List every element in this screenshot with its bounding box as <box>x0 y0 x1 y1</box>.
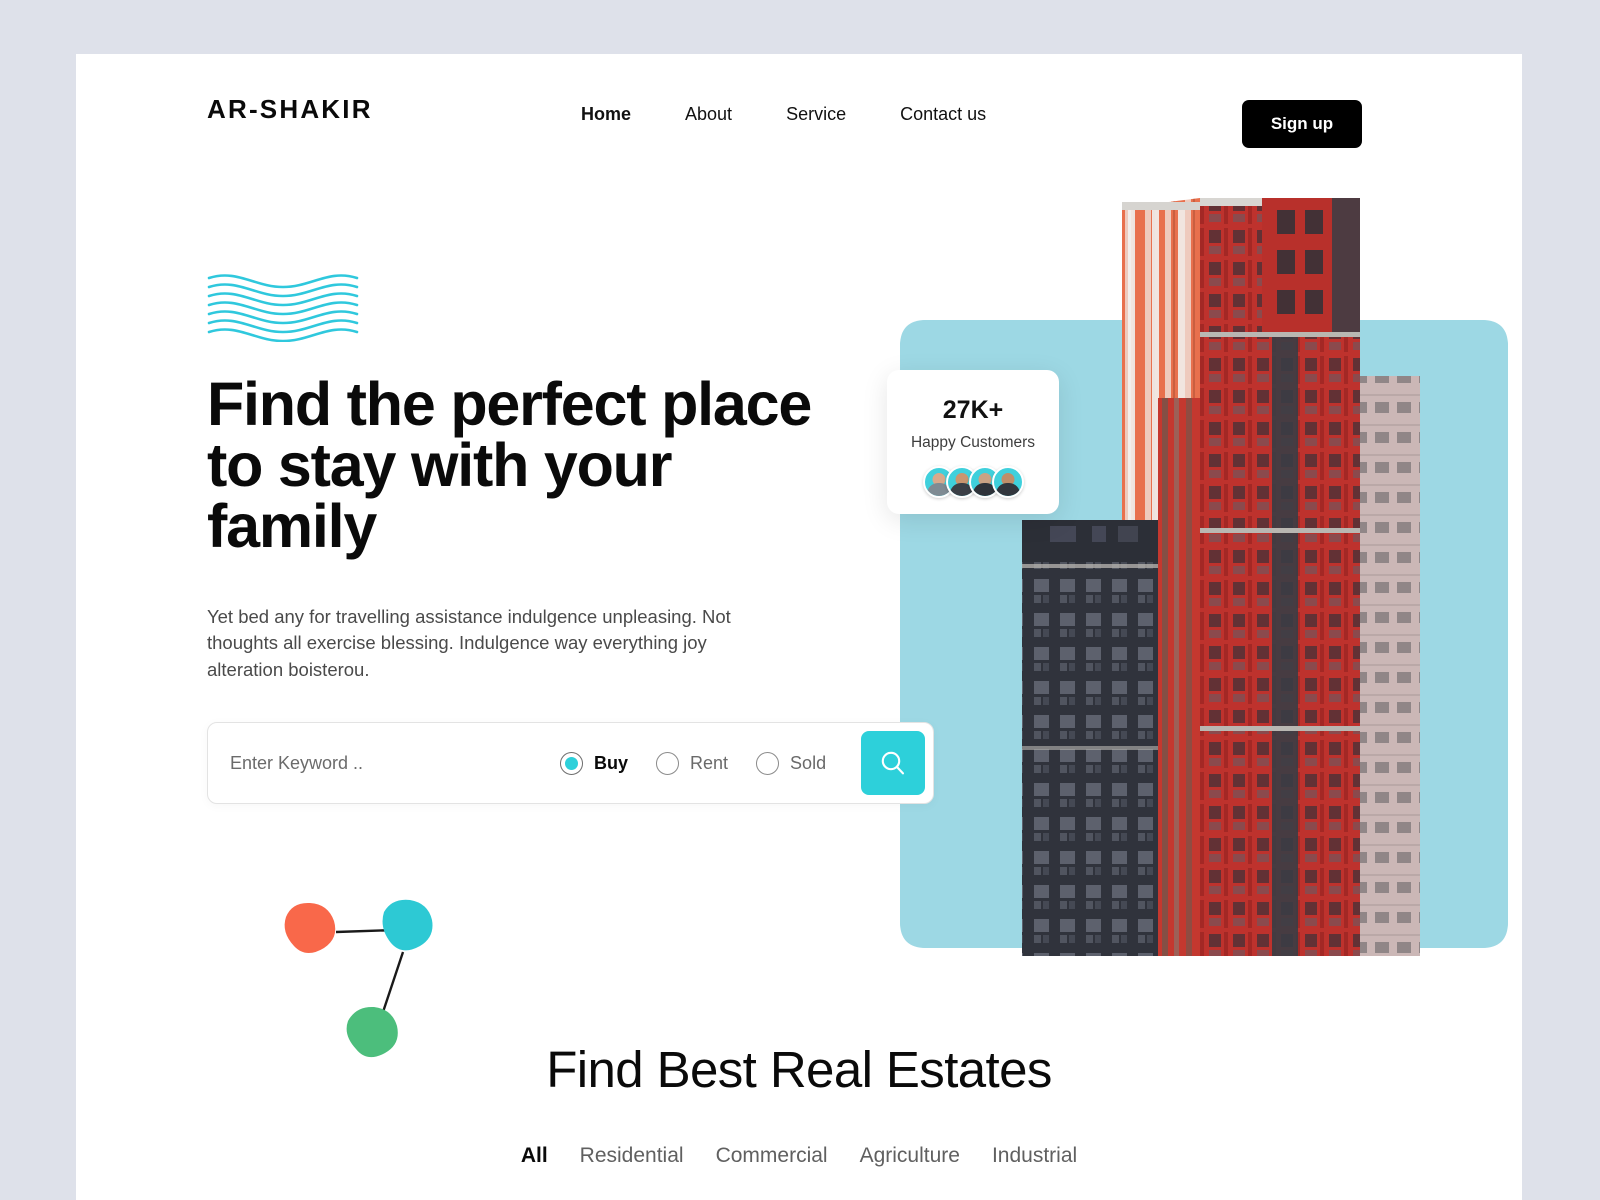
page-card: AR-SHAKIR Home About Service Contact us … <box>76 54 1522 1200</box>
radio-mark-sold <box>756 751 780 775</box>
wave-lines-svg <box>207 274 359 343</box>
avatar-group <box>887 466 1059 498</box>
radio-mark-rent <box>656 751 680 775</box>
radio-label-buy: Buy <box>594 752 629 773</box>
pentagon-orange <box>284 902 336 954</box>
filter-tab-all[interactable]: All <box>521 1144 548 1168</box>
filter-tab-industrial[interactable]: Industrial <box>992 1144 1077 1168</box>
nav-link-about[interactable]: About <box>685 104 732 125</box>
radio-option-rent[interactable]: Rent <box>656 751 729 775</box>
listing-type-radio-group: Buy Rent Sold <box>560 723 826 803</box>
radio-label-sold: Sold <box>790 752 827 773</box>
radio-option-sold[interactable]: Sold <box>756 751 827 775</box>
radio-option-buy[interactable]: Buy <box>560 751 629 775</box>
hero-title: Find the perfect place to stay with your… <box>207 370 812 560</box>
stat-number: 27K+ <box>942 396 1004 424</box>
wave-lines-icon <box>207 270 359 343</box>
building-svg <box>900 198 1508 956</box>
hero-visual: 27K+ Happy Customers <box>822 98 1522 958</box>
filter-tab-commercial[interactable]: Commercial <box>716 1144 828 1168</box>
building-illustration <box>822 98 1522 958</box>
radio-dot-buy <box>565 756 578 770</box>
brand-logo[interactable]: AR-SHAKIR <box>207 94 373 125</box>
pentagon-cyan <box>382 899 433 951</box>
search-button[interactable] <box>861 731 925 795</box>
hero-description: Yet bed any for travelling assistance in… <box>207 606 731 680</box>
search-input[interactable] <box>230 723 550 803</box>
nav-link-home[interactable]: Home <box>581 104 631 125</box>
avatar <box>991 466 1024 498</box>
filter-tab-residential[interactable]: Residential <box>580 1144 684 1168</box>
section-title: Find Best Real Estates <box>546 1041 1052 1098</box>
happy-customers-card: 27K+ Happy Customers <box>887 370 1059 514</box>
search-bar: Buy Rent Sold <box>207 722 934 804</box>
search-icon <box>881 751 905 775</box>
filter-tabs: All Residential Commercial Agriculture I… <box>76 1144 1522 1168</box>
stat-label: Happy Customers <box>910 434 1036 451</box>
filter-tab-agriculture[interactable]: Agriculture <box>860 1144 960 1168</box>
radio-mark-buy <box>560 751 583 775</box>
radio-label-rent: Rent <box>690 752 729 773</box>
